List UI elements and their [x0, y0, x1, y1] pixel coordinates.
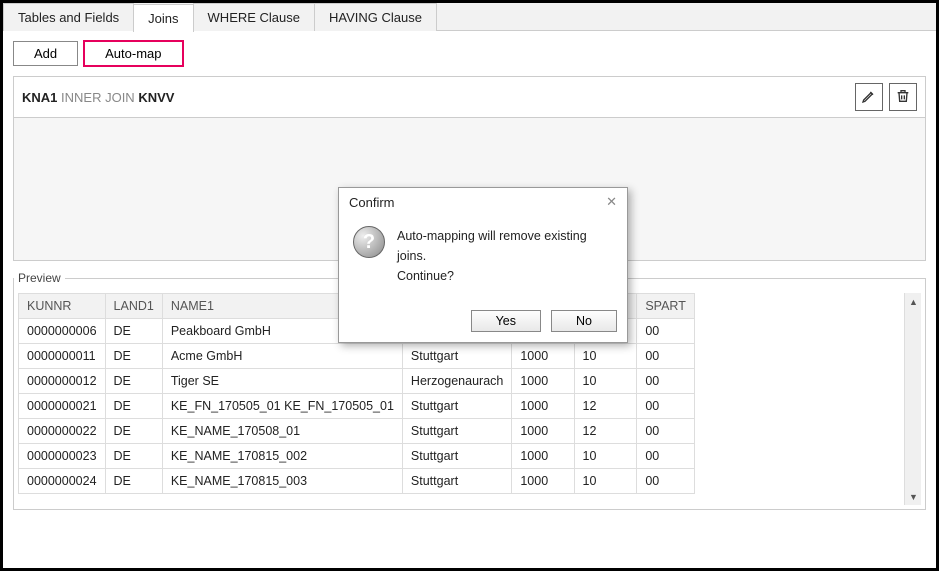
cell: Tiger SE: [162, 369, 402, 394]
cell: 0000000011: [19, 344, 106, 369]
preview-label: Preview: [14, 271, 65, 285]
col-kunnr[interactable]: KUNNR: [19, 294, 106, 319]
confirm-dialog: Confirm ✕ ? Auto-mapping will remove exi…: [338, 187, 628, 343]
dialog-message: Auto-mapping will remove existing joins.…: [397, 226, 613, 286]
join-type: INNER JOIN: [57, 90, 138, 105]
cell: 1000: [512, 369, 574, 394]
cell: KE_NAME_170508_01: [162, 419, 402, 444]
join-text: KNA1 INNER JOIN KNVV: [22, 90, 849, 105]
cell: DE: [105, 319, 162, 344]
cell: 00: [637, 369, 695, 394]
join-right-table: KNVV: [138, 90, 174, 105]
cell: Stuttgart: [402, 444, 511, 469]
dialog-line2: Continue?: [397, 266, 613, 286]
cell: 0000000021: [19, 394, 106, 419]
pencil-icon: [861, 88, 877, 107]
edit-join-button[interactable]: [855, 83, 883, 111]
vertical-scrollbar[interactable]: ▲ ▼: [904, 293, 921, 505]
cell: 00: [637, 394, 695, 419]
chevron-down-icon: ▼: [909, 492, 918, 502]
cell: DE: [105, 369, 162, 394]
tab-joins[interactable]: Joins: [133, 4, 193, 32]
automap-button[interactable]: Auto-map: [84, 41, 182, 66]
scroll-up-button[interactable]: ▲: [905, 293, 921, 310]
dialog-header: Confirm ✕: [339, 188, 627, 216]
tab-tables-fields[interactable]: Tables and Fields: [3, 3, 134, 31]
toolbar: Add Auto-map: [3, 31, 936, 72]
join-left-table: KNA1: [22, 90, 57, 105]
table-row[interactable]: 0000000021DEKE_FN_170505_01 KE_FN_170505…: [19, 394, 695, 419]
table-row[interactable]: 0000000012DETiger SEHerzogenaurach100010…: [19, 369, 695, 394]
cell: 00: [637, 419, 695, 444]
cell: 12: [574, 419, 637, 444]
cell: 12: [574, 394, 637, 419]
cell: DE: [105, 344, 162, 369]
dialog-close-button[interactable]: ✕: [606, 194, 617, 210]
cell: 1000: [512, 394, 574, 419]
yes-button[interactable]: Yes: [471, 310, 541, 332]
cell: 0000000024: [19, 469, 106, 494]
cell: 10: [574, 469, 637, 494]
cell: 0000000022: [19, 419, 106, 444]
tab-having[interactable]: HAVING Clause: [314, 3, 437, 31]
no-button[interactable]: No: [551, 310, 617, 332]
tab-where[interactable]: WHERE Clause: [193, 3, 315, 31]
cell: 1000: [512, 469, 574, 494]
table-row[interactable]: 0000000023DEKE_NAME_170815_002Stuttgart1…: [19, 444, 695, 469]
cell: DE: [105, 469, 162, 494]
trash-icon: [895, 88, 911, 107]
cell: 00: [637, 319, 695, 344]
close-icon: ✕: [606, 194, 617, 209]
add-button[interactable]: Add: [13, 41, 78, 66]
cell: KE_NAME_170815_002: [162, 444, 402, 469]
dialog-footer: Yes No: [339, 304, 627, 342]
cell: 10: [574, 369, 637, 394]
cell: DE: [105, 394, 162, 419]
cell: KE_NAME_170815_003: [162, 469, 402, 494]
chevron-up-icon: ▲: [909, 297, 918, 307]
col-spart[interactable]: SPART: [637, 294, 695, 319]
cell: 10: [574, 344, 637, 369]
cell: 0000000006: [19, 319, 106, 344]
cell: 0000000023: [19, 444, 106, 469]
cell: 00: [637, 444, 695, 469]
table-row[interactable]: 0000000024DEKE_NAME_170815_003Stuttgart1…: [19, 469, 695, 494]
dialog-line1: Auto-mapping will remove existing joins.: [397, 226, 613, 266]
delete-join-button[interactable]: [889, 83, 917, 111]
scroll-down-button[interactable]: ▼: [905, 488, 921, 505]
cell: Stuttgart: [402, 419, 511, 444]
cell: Herzogenaurach: [402, 369, 511, 394]
cell: Stuttgart: [402, 344, 511, 369]
cell: 0000000012: [19, 369, 106, 394]
table-row[interactable]: 0000000022DEKE_NAME_170508_01Stuttgart10…: [19, 419, 695, 444]
dialog-title: Confirm: [349, 195, 395, 210]
cell: 10: [574, 444, 637, 469]
join-row: KNA1 INNER JOIN KNVV: [14, 77, 925, 118]
tab-bar: Tables and Fields Joins WHERE Clause HAV…: [3, 3, 936, 31]
cell: Stuttgart: [402, 394, 511, 419]
cell: 1000: [512, 419, 574, 444]
cell: 1000: [512, 444, 574, 469]
cell: 1000: [512, 344, 574, 369]
col-land1[interactable]: LAND1: [105, 294, 162, 319]
cell: DE: [105, 419, 162, 444]
cell: KE_FN_170505_01 KE_FN_170505_01: [162, 394, 402, 419]
cell: DE: [105, 444, 162, 469]
table-row[interactable]: 0000000011DEAcme GmbHStuttgart10001000: [19, 344, 695, 369]
cell: 00: [637, 344, 695, 369]
cell: Acme GmbH: [162, 344, 402, 369]
cell: 00: [637, 469, 695, 494]
dialog-body: ? Auto-mapping will remove existing join…: [339, 216, 627, 304]
cell: Stuttgart: [402, 469, 511, 494]
question-icon: ?: [353, 226, 385, 258]
